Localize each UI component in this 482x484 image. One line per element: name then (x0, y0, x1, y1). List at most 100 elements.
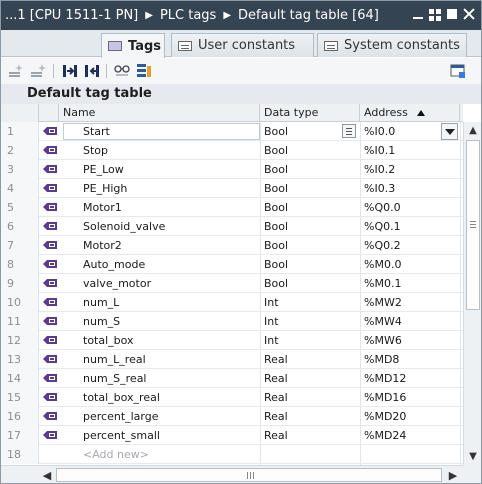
table-row[interactable]: 15 total_box_real Real %MD16 (1, 388, 463, 407)
table-row[interactable]: 8 Auto_mode Bool %M0.0 (1, 255, 463, 274)
tag-data-type[interactable]: Bool (264, 179, 288, 198)
vertical-scrollbar[interactable]: ▲ ▼ (463, 122, 481, 465)
tag-name[interactable]: num_S (83, 312, 120, 331)
tag-data-type[interactable]: Bool (264, 217, 288, 236)
table-row[interactable]: 4 PE_High Bool %I0.3 (1, 179, 463, 198)
tag-data-type[interactable]: Real (264, 350, 288, 369)
tag-address[interactable]: %Q0.2 (364, 236, 401, 255)
minimize-icon[interactable] (412, 7, 424, 21)
table-row[interactable]: 7 Motor2 Bool %Q0.2 (1, 236, 463, 255)
tag-address[interactable]: %MW2 (364, 293, 402, 312)
export-icon[interactable] (61, 63, 78, 79)
tag-name[interactable]: Start (83, 122, 110, 141)
tag-name[interactable]: percent_large (83, 407, 159, 426)
tag-name[interactable]: percent_small (83, 426, 160, 445)
tag-address[interactable]: %I0.0 (364, 122, 395, 141)
tag-name[interactable]: num_L (83, 293, 119, 312)
tag-name[interactable]: num_L_real (83, 350, 146, 369)
monitor-tags-icon[interactable] (135, 63, 152, 79)
tag-address[interactable]: %I0.3 (364, 179, 395, 198)
tag-address[interactable]: %MD12 (364, 369, 406, 388)
horizontal-scrollbar[interactable]: ◀ ▶ (1, 465, 463, 483)
table-row[interactable]: 10 num_L Int %MW2 (1, 293, 463, 312)
breadcrumb-plc-tags[interactable]: PLC tags (160, 8, 216, 23)
tag-name[interactable]: Solenoid_valve (83, 217, 165, 236)
tag-data-type[interactable]: Bool (264, 274, 288, 293)
add-row-icon[interactable] (29, 63, 46, 79)
tag-address[interactable]: %Q0.0 (364, 198, 401, 217)
tag-data-type[interactable]: Int (264, 293, 279, 312)
tag-name[interactable]: valve_motor (83, 274, 151, 293)
table-row[interactable]: 14 num_S_real Real %MD12 (1, 369, 463, 388)
tag-name[interactable]: PE_Low (83, 160, 124, 179)
tag-data-type[interactable]: Bool (264, 255, 288, 274)
tag-name[interactable]: Auto_mode (83, 255, 145, 274)
tag-address[interactable]: %M0.0 (364, 255, 401, 274)
table-row[interactable]: 3 PE_Low Bool %I0.2 (1, 160, 463, 179)
tag-data-type[interactable]: Bool (264, 141, 288, 160)
horizontal-scroll-thumb[interactable] (56, 468, 442, 482)
table-row[interactable]: 2 Stop Bool %I0.1 (1, 141, 463, 160)
tag-address[interactable]: %I0.1 (364, 141, 395, 160)
tag-data-type[interactable]: Real (264, 388, 288, 407)
insert-row-icon[interactable] (7, 63, 24, 79)
import-icon[interactable] (83, 63, 100, 79)
table-row[interactable]: 17 percent_small Real %MD24 (1, 426, 463, 445)
tag-name[interactable]: PE_High (83, 179, 127, 198)
scroll-down-icon[interactable]: ▼ (465, 448, 481, 465)
data-type-browse-icon[interactable] (342, 124, 356, 138)
tag-icon (43, 316, 58, 326)
table-row[interactable]: 16 percent_large Real %MD20 (1, 407, 463, 426)
tag-address[interactable]: %I0.2 (364, 160, 395, 179)
tag-address[interactable]: %MW6 (364, 331, 402, 350)
tab-user-constants[interactable]: User constants (171, 33, 314, 57)
tag-data-type[interactable]: Real (264, 407, 288, 426)
table-row[interactable]: 11 num_S Int %MW4 (1, 312, 463, 331)
column-header-data-type[interactable]: Data type (260, 104, 360, 122)
tag-address[interactable]: %MD16 (364, 388, 406, 407)
tag-data-type[interactable]: Real (264, 426, 288, 445)
column-header-address[interactable]: Address (360, 104, 460, 122)
monitor-glasses-icon[interactable] (113, 63, 130, 79)
table-row[interactable]: 5 Motor1 Bool %Q0.0 (1, 198, 463, 217)
tab-tags[interactable]: Tags (101, 33, 165, 58)
tag-address[interactable]: %MD20 (364, 407, 406, 426)
scroll-left-icon[interactable]: ◀ (39, 467, 55, 483)
tag-name[interactable]: num_S_real (83, 369, 147, 388)
tag-data-type[interactable]: Int (264, 312, 279, 331)
table-row[interactable]: 9 valve_motor Bool %M0.1 (1, 274, 463, 293)
tag-address[interactable]: %M0.1 (364, 274, 401, 293)
tag-address[interactable]: %Q0.1 (364, 217, 401, 236)
add-new-row[interactable]: 18 <Add new> (1, 445, 463, 464)
tag-name[interactable]: Motor2 (83, 236, 122, 255)
tag-data-type[interactable]: Bool (264, 236, 288, 255)
tab-system-constants[interactable]: System constants (317, 33, 467, 57)
tag-name[interactable]: total_box_real (83, 388, 160, 407)
view-options-icon[interactable] (449, 63, 466, 79)
tag-name[interactable]: Stop (83, 141, 108, 160)
table-row[interactable]: 1 Start Bool %I0.0 (1, 122, 463, 141)
address-dropdown-icon[interactable] (441, 123, 458, 140)
tag-address[interactable]: %MD24 (364, 426, 406, 445)
tag-name[interactable]: total_box (83, 331, 134, 350)
tag-data-type[interactable]: Int (264, 331, 279, 350)
add-new-placeholder[interactable]: <Add new> (83, 445, 149, 464)
scroll-right-icon[interactable]: ▶ (445, 467, 461, 483)
vertical-scroll-thumb[interactable] (466, 140, 480, 310)
breadcrumb-device[interactable]: ...1 [CPU 1511-1 PN] (5, 8, 138, 23)
tag-name[interactable]: Motor1 (83, 198, 122, 217)
tag-data-type[interactable]: Real (264, 369, 288, 388)
maximize-icon[interactable] (446, 7, 458, 21)
table-row[interactable]: 12 total_box Int %MW6 (1, 331, 463, 350)
tag-address[interactable]: %MD8 (364, 350, 399, 369)
table-row[interactable]: 13 num_L_real Real %MD8 (1, 350, 463, 369)
close-icon[interactable] (463, 7, 475, 21)
tag-address[interactable]: %MW4 (364, 312, 402, 331)
tag-data-type[interactable]: Bool (264, 198, 288, 217)
scroll-up-icon[interactable]: ▲ (465, 122, 481, 139)
float-window-icon[interactable] (429, 7, 441, 21)
tag-data-type[interactable]: Bool (264, 160, 288, 179)
tag-data-type[interactable]: Bool (264, 122, 288, 141)
table-row[interactable]: 6 Solenoid_valve Bool %Q0.1 (1, 217, 463, 236)
column-header-name[interactable]: Name (59, 104, 260, 122)
